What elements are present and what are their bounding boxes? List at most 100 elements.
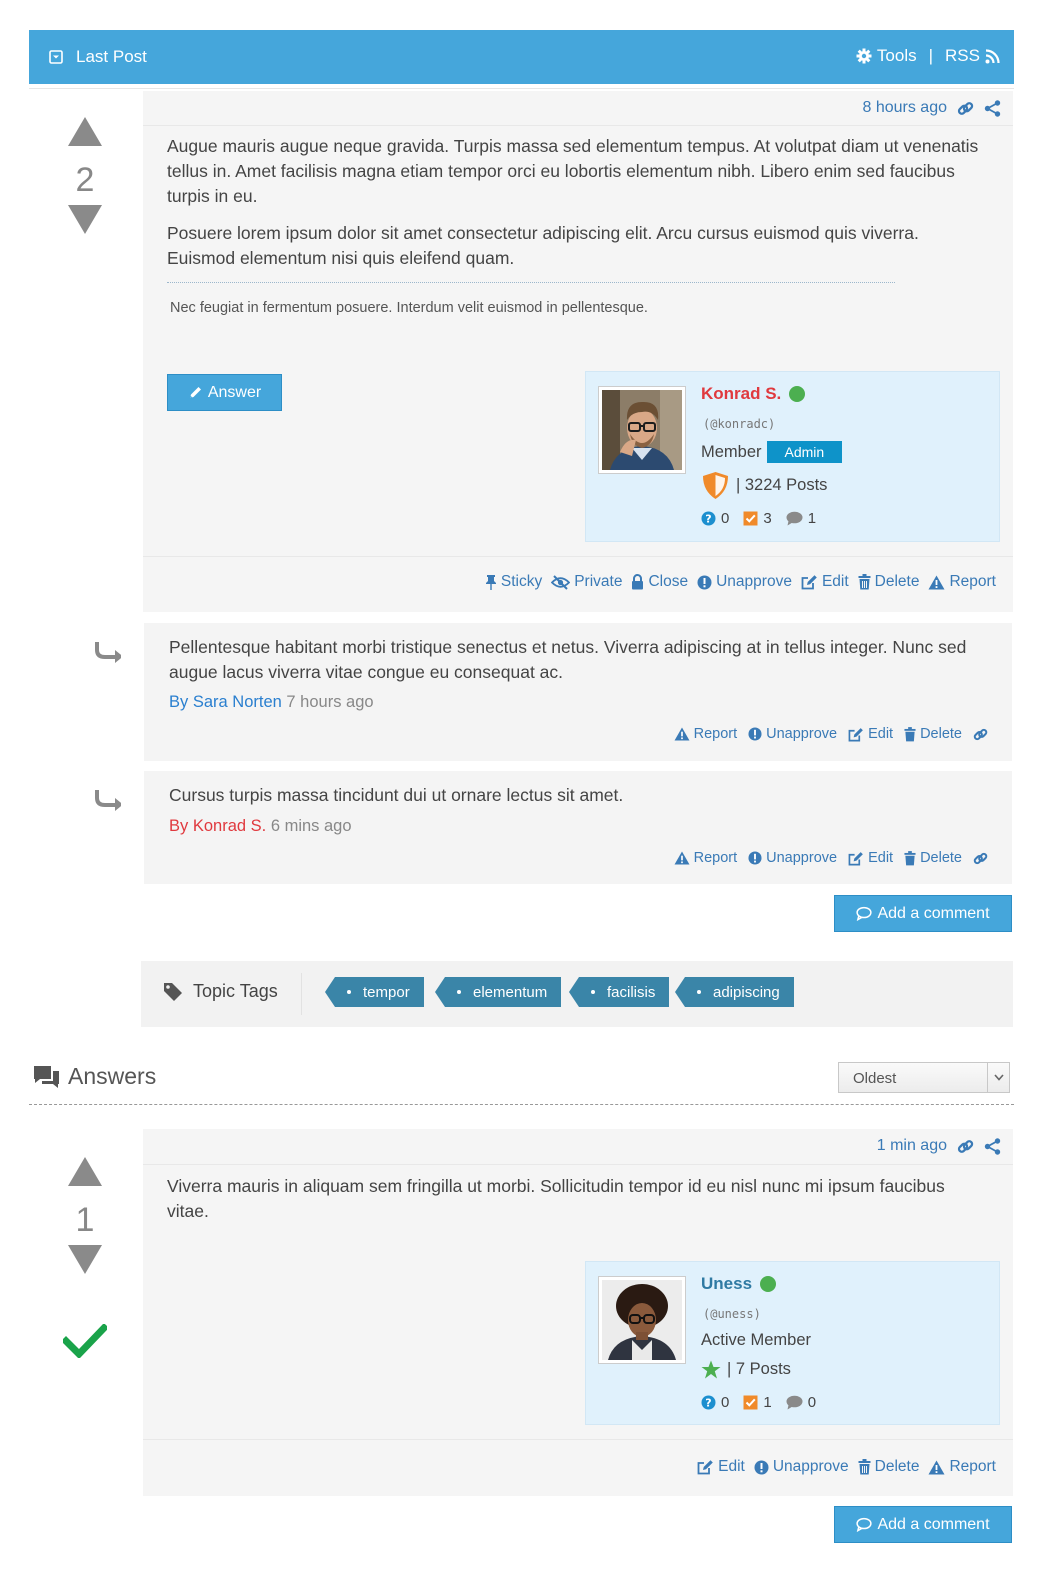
exclamation-circle-icon [754,1460,769,1475]
accepted-check-icon[interactable] [63,1324,115,1358]
report-action[interactable]: Report [674,850,737,866]
exclamation-circle-icon [697,575,712,590]
edit-action[interactable]: Edit [697,1458,745,1476]
edit-icon [801,574,818,590]
online-status-icon [760,1276,777,1292]
answer-actions: Edit Unapprove Delete Report [697,1458,996,1476]
warning-icon [674,851,690,865]
post-time[interactable]: 8 hours ago [862,99,947,117]
tag-pill[interactable]: facilisis [568,977,670,1007]
topic-actions: Sticky Private Close Unapprove Edit Dele… [485,573,996,591]
author-rank: Member [701,442,762,461]
collapse-icon[interactable] [49,50,63,64]
delete-action[interactable]: Delete [904,850,962,866]
report-action[interactable]: Report [674,726,738,742]
share-icon[interactable] [984,99,1001,117]
share-icon[interactable] [984,1137,1001,1155]
unapprove-action[interactable]: Unapprove [697,573,792,591]
post-paragraph: Posuere lorem ipsum dolor sit amet conse… [167,223,919,268]
comment-author[interactable]: By Sara Norten [169,693,282,711]
unapprove-label: Unapprove [716,573,792,590]
upvote-button[interactable] [67,1155,115,1187]
answer-post: 1 min ago Viverra mauris in aliquam sem … [143,1129,1013,1496]
sort-select[interactable]: Oldest [838,1062,1010,1093]
downvote-button[interactable] [67,204,115,236]
author-post-count: | 7 Posts [727,1360,791,1378]
post-signature: Nec feugiat in fermentum posuere. Interd… [170,300,648,316]
tags-divider [301,973,302,1015]
report-action[interactable]: Report [928,1458,996,1476]
permalink-icon[interactable] [957,1138,974,1155]
comment-link-icon[interactable] [973,727,988,742]
exclamation-circle-icon [748,851,762,865]
comment-bubble-icon [786,511,803,526]
edit-action[interactable]: Edit [801,573,849,591]
vote-count: 2 [75,161,95,199]
edit-action[interactable]: Edit [848,850,893,866]
answer-vote-column: 1 [55,1155,115,1358]
comment-outline-icon [856,906,873,921]
report-action[interactable]: Report [928,573,996,591]
avatar[interactable] [598,1276,686,1364]
add-comment-button[interactable]: Add a comment [834,1506,1012,1543]
unapprove-action[interactable]: Unapprove [754,1458,849,1476]
warning-icon [928,575,945,590]
author-name[interactable]: Konrad S. [701,384,781,404]
avatar[interactable] [598,386,686,474]
unapprove-action[interactable]: Unapprove [748,850,837,866]
tag-pill[interactable]: elementum [434,977,562,1007]
close-label: Close [648,573,689,590]
exclamation-circle-icon [748,727,762,741]
trash-icon [858,574,871,590]
comment-link-icon[interactable] [973,851,988,866]
rss-link[interactable]: RSS [945,46,1000,66]
private-action[interactable]: Private [551,573,622,591]
delete-action[interactable]: Delete [858,1458,920,1476]
close-action[interactable]: Close [631,573,688,591]
tools-menu[interactable]: Tools [856,46,917,66]
header-separator: | [928,46,934,65]
lock-icon [631,574,644,590]
delete-label: Delete [874,1458,920,1475]
post-time[interactable]: 1 min ago [877,1137,947,1155]
author-rank: Active Member [701,1331,812,1349]
upvote-button[interactable] [67,115,115,147]
author-name[interactable]: Uness [701,1274,752,1294]
tag-pill[interactable]: adipiscing [675,977,794,1007]
comment-count: 0 [807,1394,817,1411]
answer-check-icon [743,1395,758,1410]
delete-action[interactable]: Delete [858,573,920,591]
header-divider [29,88,1014,89]
topic-header-bar: Last Post Tools | RSS [29,30,1014,84]
topic-tags-bar: Topic Tags tempor elementum facilisis ad… [141,961,1013,1027]
private-label: Private [574,573,623,590]
topic-vote-column: 2 [55,115,115,236]
pencil-icon [188,385,203,400]
answer-count: 1 [763,1394,772,1411]
edit-label: Edit [868,726,894,742]
answer-button[interactable]: Answer [167,374,282,411]
delete-action[interactable]: Delete [904,726,962,742]
delete-label: Delete [874,573,920,590]
downvote-button[interactable] [67,1244,115,1276]
chat-bubbles-icon [33,1065,60,1089]
admin-badge: Admin [766,441,843,463]
add-comment-label: Add a comment [877,904,990,922]
svg-text:?: ? [705,513,711,526]
permalink-icon[interactable] [957,100,974,117]
actions-divider [143,1439,1013,1440]
post-content: Augue mauris augue neque gravida. Turpis… [167,134,987,283]
chevron-down-icon [987,1063,1009,1092]
warning-icon [928,1460,945,1475]
author-post-count: | 3224 Posts [736,476,828,494]
comment-author[interactable]: By Konrad S. [169,817,266,835]
sticky-action[interactable]: Sticky [485,573,542,591]
question-icon: ? [701,511,716,526]
report-label: Report [693,726,738,742]
unapprove-action[interactable]: Unapprove [748,726,837,742]
tag-pill[interactable]: tempor [325,977,424,1007]
add-comment-button[interactable]: Add a comment [834,895,1012,932]
answers-divider [29,1104,1014,1105]
comment-actions: Report Unapprove Edit Delete [674,726,988,742]
edit-action[interactable]: Edit [848,726,893,742]
